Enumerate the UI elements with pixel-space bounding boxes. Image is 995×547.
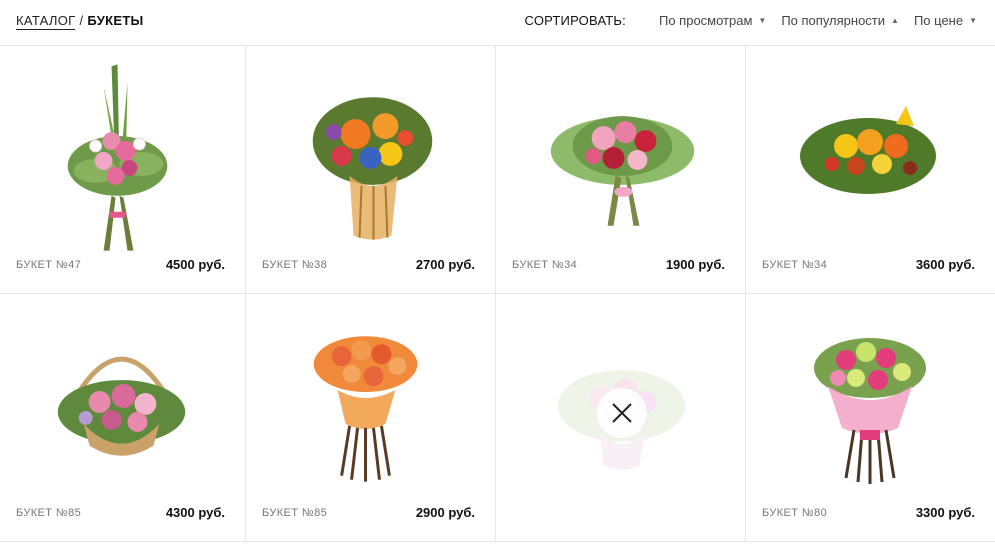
product-price: 3600 руб. — [915, 257, 975, 272]
product-card[interactable]: БУКЕТ №80 3300 руб. — [746, 294, 995, 542]
product-price: 3300 руб. — [915, 505, 975, 520]
sort-desc-arrow-icon: ▼ — [758, 16, 767, 25]
breadcrumb: КАТАЛОГ / БУКЕТЫ — [16, 13, 144, 30]
close-icon — [612, 403, 632, 423]
sort-asc-arrow-icon: ▲ — [891, 16, 899, 25]
sort-bar: СОРТИРОВАТЬ: По просмотрам ▼ По популярн… — [525, 13, 977, 28]
breadcrumb-catalog-link[interactable]: КАТАЛОГ — [16, 13, 76, 30]
product-card[interactable]: БУКЕТ №38 2700 руб. — [246, 46, 496, 294]
close-button[interactable] — [597, 388, 647, 438]
breadcrumb-current: БУКЕТЫ — [87, 13, 144, 28]
product-price: 4500 руб. — [165, 257, 225, 272]
product-name: БУКЕТ №34 — [512, 259, 578, 271]
product-card[interactable]: БУКЕТ №85 4300 руб. — [0, 294, 246, 542]
yellow-orange-lily-bouquet-image — [800, 106, 936, 194]
catalog-header: КАТАЛОГ / БУКЕТЫ СОРТИРОВАТЬ: По просмотра… — [0, 0, 995, 46]
product-name: БУКЕТ №47 — [16, 259, 82, 271]
pink-red-rose-bouquet-image — [550, 116, 695, 226]
pink-green-rose-bouquet-image — [814, 338, 926, 484]
product-price: 2900 руб. — [415, 505, 475, 520]
product-card[interactable]: БУКЕТ №34 3600 руб. — [746, 46, 995, 294]
orange-rose-bouquet-image — [313, 336, 418, 482]
breadcrumb-separator: / — [79, 13, 84, 28]
tall-pink-lily-bouquet-image — [67, 64, 168, 251]
sort-by-price-label: По цене — [913, 13, 964, 28]
sort-desc-arrow-icon: ▼ — [969, 16, 977, 25]
sort-by-price[interactable]: По цене ▼ — [914, 13, 977, 28]
flower-basket-image — [57, 356, 186, 456]
sort-by-views[interactable]: По просмотрам ▼ — [659, 13, 766, 28]
product-price: 4300 руб. — [165, 505, 225, 520]
product-grid: БУКЕТ №47 4500 руб. БУКЕТ №38 2700 руб. — [0, 46, 995, 547]
product-name: БУКЕТ №38 — [262, 259, 328, 271]
orange-gerbera-bouquet-image — [312, 97, 433, 240]
product-name: БУКЕТ №34 — [762, 259, 828, 271]
product-price: 1900 руб. — [665, 257, 725, 272]
product-card[interactable]: БУКЕТ №85 2900 руб. — [246, 294, 496, 542]
sort-by-popularity-label: По популярности — [781, 13, 886, 28]
product-card[interactable] — [496, 294, 746, 542]
product-name: БУКЕТ №85 — [262, 507, 328, 519]
product-name: БУКЕТ №80 — [762, 507, 828, 519]
product-card[interactable]: БУКЕТ №34 1900 руб. — [496, 46, 746, 294]
sort-by-popularity[interactable]: По популярности ▲ — [781, 13, 899, 28]
product-price: 2700 руб. — [415, 257, 475, 272]
sort-by-views-label: По просмотрам — [658, 13, 753, 28]
product-name: БУКЕТ №85 — [16, 507, 82, 519]
product-card[interactable]: БУКЕТ №47 4500 руб. — [0, 46, 246, 294]
sort-label: СОРТИРОВАТЬ: — [524, 13, 626, 28]
